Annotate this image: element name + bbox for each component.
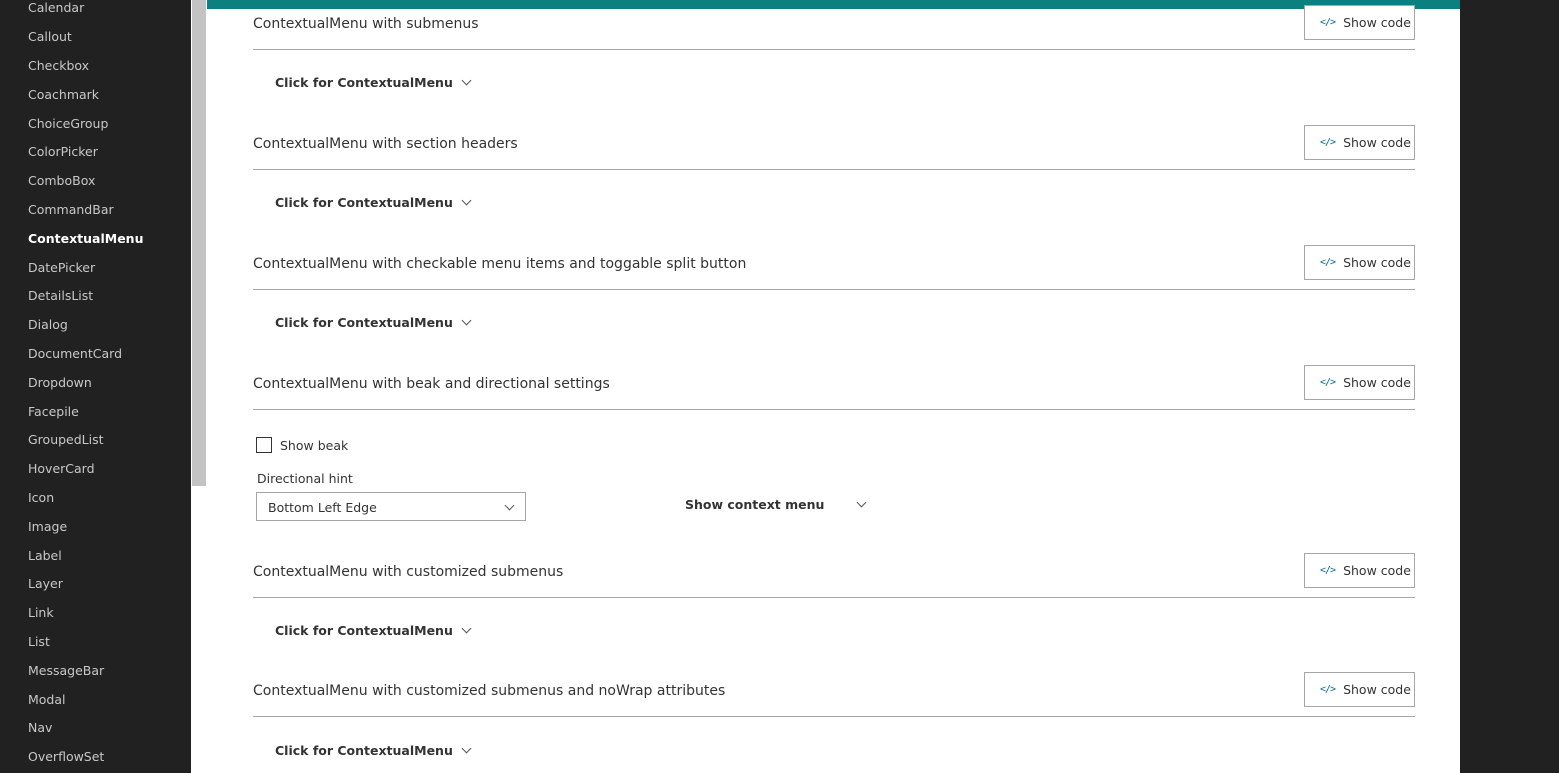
show-code-button[interactable]: </> Show code [1304, 5, 1415, 40]
nav-item-image[interactable]: Image [28, 519, 67, 534]
show-code-label: Show code [1343, 563, 1411, 578]
section-header: ContextualMenu with customized submenus … [253, 553, 1415, 598]
nav-item-link[interactable]: Link [28, 605, 54, 620]
nav-item-documentcard[interactable]: DocumentCard [28, 346, 122, 361]
section-header: ContextualMenu with checkable menu items… [253, 245, 1415, 290]
code-icon: </> [1320, 565, 1336, 576]
checkbox-box[interactable] [256, 437, 272, 453]
directional-hint-label: Directional hint [257, 471, 353, 486]
show-code-button[interactable]: </> Show code [1304, 125, 1415, 160]
nav-item-colorpicker[interactable]: ColorPicker [28, 144, 98, 159]
section-header: ContextualMenu with section headers </> … [253, 125, 1415, 170]
scrollbar-thumb[interactable] [192, 0, 206, 486]
example-section-headers: ContextualMenu with section headers </> … [253, 125, 1415, 170]
chevron-down-icon [504, 500, 515, 511]
code-icon: </> [1320, 257, 1336, 268]
accent-bar [207, 0, 1460, 9]
show-code-button[interactable]: </> Show code [1304, 672, 1415, 707]
menu-trigger-label: Click for ContextualMenu [275, 743, 453, 758]
menu-trigger-label: Click for ContextualMenu [275, 75, 453, 90]
left-nav: Calendar Callout Checkbox Coachmark Choi… [0, 0, 191, 773]
nav-item-facepile[interactable]: Facepile [28, 404, 79, 419]
section-header: ContextualMenu with submenus </> Show co… [253, 5, 1415, 50]
menu-trigger-label: Click for ContextualMenu [275, 623, 453, 638]
nav-item-groupedlist[interactable]: GroupedList [28, 432, 104, 447]
nav-item-contextualmenu[interactable]: ContextualMenu [28, 231, 144, 246]
section-title: ContextualMenu with beak and directional… [253, 376, 610, 392]
contextual-menu-trigger[interactable]: Click for ContextualMenu [275, 195, 472, 210]
menu-trigger-label: Click for ContextualMenu [275, 315, 453, 330]
example-customized-submenus: ContextualMenu with customized submenus … [253, 553, 1415, 598]
show-code-label: Show code [1343, 15, 1411, 30]
example-beak-directional: ContextualMenu with beak and directional… [253, 365, 1415, 410]
nav-item-coachmark[interactable]: Coachmark [28, 87, 99, 102]
nav-item-nav[interactable]: Nav [28, 720, 52, 735]
chevron-down-icon [461, 623, 472, 634]
nav-item-icon[interactable]: Icon [28, 490, 54, 505]
nav-item-hovercard[interactable]: HoverCard [28, 461, 95, 476]
example-submenus: ContextualMenu with submenus </> Show co… [253, 5, 1415, 50]
code-icon: </> [1320, 137, 1336, 148]
section-title: ContextualMenu with section headers [253, 136, 518, 152]
nav-item-checkbox[interactable]: Checkbox [28, 58, 89, 73]
show-context-menu-button[interactable]: Show context menu [685, 497, 869, 515]
show-code-label: Show code [1343, 682, 1411, 697]
menu-trigger-label: Click for ContextualMenu [275, 195, 453, 210]
show-code-button[interactable]: </> Show code [1304, 553, 1415, 588]
chevron-down-icon [461, 743, 472, 754]
chevron-down-icon [461, 195, 472, 206]
chevron-down-icon [461, 315, 472, 326]
show-code-label: Show code [1343, 375, 1411, 390]
show-code-button[interactable]: </> Show code [1304, 245, 1415, 280]
show-code-label: Show code [1343, 255, 1411, 270]
section-title: ContextualMenu with customized submenus … [253, 683, 726, 699]
dropdown-value: Bottom Left Edge [268, 500, 377, 515]
section-title: ContextualMenu with customized submenus [253, 564, 564, 580]
show-code-label: Show code [1343, 135, 1411, 150]
nav-item-combobox[interactable]: ComboBox [28, 173, 95, 188]
code-icon: </> [1320, 17, 1336, 28]
section-title: ContextualMenu with checkable menu items… [253, 256, 747, 272]
chevron-down-icon [461, 75, 472, 86]
nav-item-layer[interactable]: Layer [28, 576, 63, 591]
nav-item-dialog[interactable]: Dialog [28, 317, 68, 332]
section-header: ContextualMenu with customized submenus … [253, 672, 1415, 717]
nav-item-callout[interactable]: Callout [28, 29, 72, 44]
nav-item-calendar[interactable]: Calendar [28, 0, 84, 15]
contextual-menu-trigger[interactable]: Click for ContextualMenu [275, 743, 472, 758]
context-button-label: Show context menu [685, 497, 825, 512]
nav-item-list[interactable]: List [28, 634, 50, 649]
nav-item-overflowset[interactable]: OverflowSet [28, 749, 104, 764]
right-panel [1460, 0, 1559, 773]
nav-item-modal[interactable]: Modal [28, 692, 66, 707]
section-title: ContextualMenu with submenus [253, 16, 479, 32]
checkbox-label: Show beak [280, 437, 349, 453]
code-icon: </> [1320, 377, 1336, 388]
contextual-menu-trigger[interactable]: Click for ContextualMenu [275, 75, 472, 90]
show-code-button[interactable]: </> Show code [1304, 365, 1415, 400]
nav-item-choicegroup[interactable]: ChoiceGroup [28, 116, 108, 131]
directional-hint-dropdown[interactable]: Bottom Left Edge [256, 492, 526, 521]
chevron-down-icon [856, 497, 867, 508]
nav-item-label[interactable]: Label [28, 548, 62, 563]
nav-item-commandbar[interactable]: CommandBar [28, 202, 114, 217]
section-header: ContextualMenu with beak and directional… [253, 365, 1415, 410]
nav-item-detailslist[interactable]: DetailsList [28, 288, 93, 303]
nav-item-datepicker[interactable]: DatePicker [28, 260, 95, 275]
contextual-menu-trigger[interactable]: Click for ContextualMenu [275, 315, 472, 330]
example-customized-submenus-nowrap: ContextualMenu with customized submenus … [253, 672, 1415, 717]
code-icon: </> [1320, 684, 1336, 695]
contextual-menu-trigger[interactable]: Click for ContextualMenu [275, 623, 472, 638]
nav-item-messagebar[interactable]: MessageBar [28, 663, 104, 678]
nav-item-dropdown[interactable]: Dropdown [28, 375, 92, 390]
example-checkable-items: ContextualMenu with checkable menu items… [253, 245, 1415, 290]
show-beak-checkbox[interactable]: Show beak [256, 437, 348, 453]
